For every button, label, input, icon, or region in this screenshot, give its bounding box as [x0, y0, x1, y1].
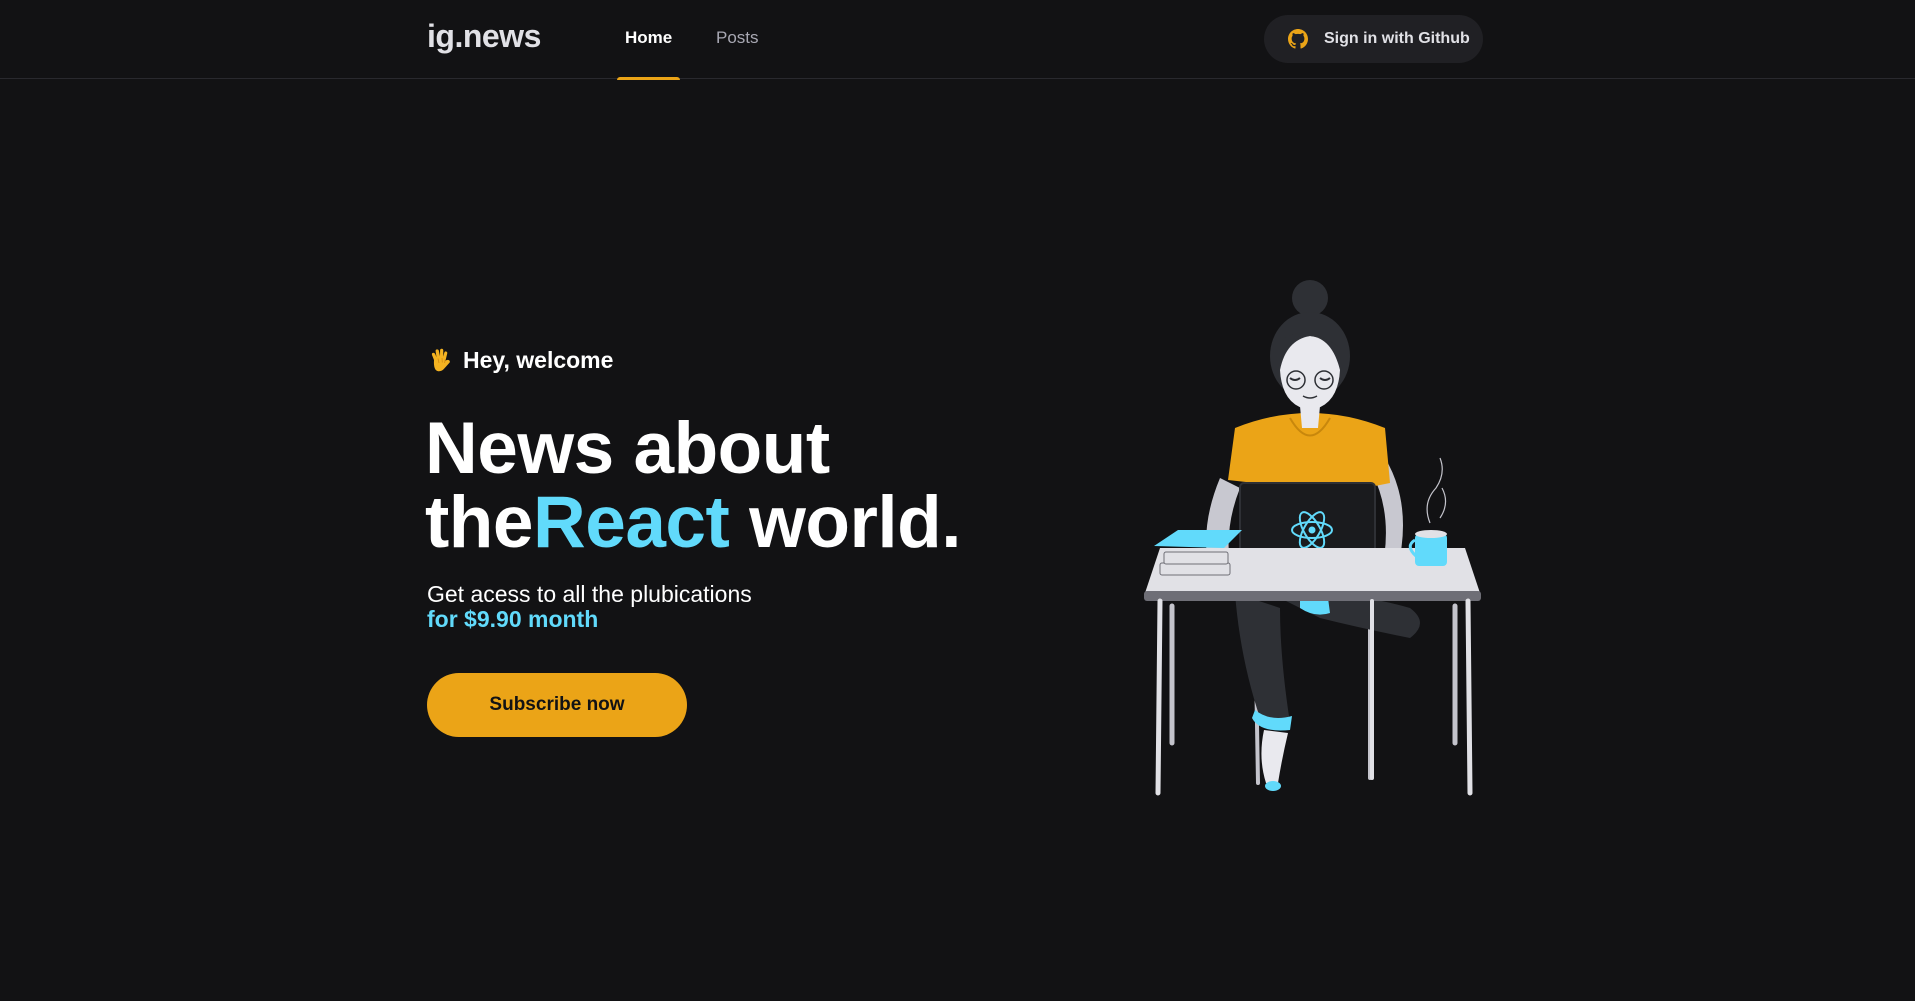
headline-the: the: [425, 482, 534, 563]
headline-react: React: [533, 482, 730, 563]
nav-posts[interactable]: Posts: [716, 0, 759, 79]
hero-subtitle: Get acess to all the plubications: [427, 581, 752, 607]
logo[interactable]: ig.news: [427, 18, 541, 55]
waving-hand-icon: [427, 346, 455, 374]
welcome-text: Hey, welcome: [427, 346, 613, 374]
headline-world: world.: [729, 482, 962, 563]
top-header: ig.news Home Posts Sign in with Github: [0, 0, 1915, 80]
headline-line-1: News about: [425, 408, 830, 489]
woman-coding-illustration: [1140, 278, 1485, 808]
sign-in-github-label: Sign in with Github: [1324, 30, 1470, 47]
sign-in-github-button[interactable]: Sign in with Github: [1264, 15, 1483, 63]
hero-headline: News about theReact world.: [425, 412, 985, 560]
nav-home[interactable]: Home: [616, 0, 681, 80]
welcome-label: Hey, welcome: [463, 346, 614, 373]
github-icon: [1288, 29, 1308, 49]
hero-price: for $9.90 month: [427, 606, 599, 632]
subscribe-now-button[interactable]: Subscribe now: [427, 673, 687, 737]
